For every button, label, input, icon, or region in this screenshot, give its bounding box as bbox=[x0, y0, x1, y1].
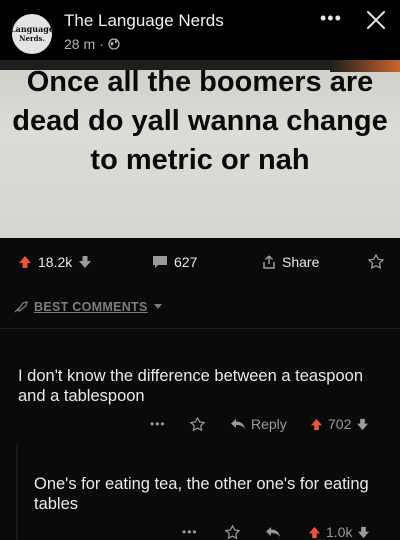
upvote-icon[interactable] bbox=[310, 418, 323, 431]
comment-2-vote-count: 1.0k bbox=[326, 524, 353, 540]
post-title: Once all the boomers are dead do yall wa… bbox=[12, 66, 388, 176]
comment-1-text: I don't know the difference between a te… bbox=[18, 367, 364, 405]
avatar-text-line1: Language bbox=[10, 24, 54, 34]
comment-2-reply-button[interactable] bbox=[265, 526, 281, 538]
avatar-text-line2: Nerds. bbox=[19, 34, 45, 43]
post-action-bar: 18.2k 627 Share bbox=[0, 250, 400, 280]
sort-chevron-icon bbox=[153, 304, 162, 309]
upvote-icon[interactable] bbox=[308, 526, 321, 539]
close-icon[interactable] bbox=[362, 6, 390, 34]
share-button[interactable]: Share bbox=[262, 254, 319, 270]
comment-icon bbox=[153, 256, 167, 268]
comment-2-text: One's for eating tea, the other one's fo… bbox=[34, 475, 369, 513]
more-icon[interactable]: ••• bbox=[320, 8, 342, 29]
award-button[interactable] bbox=[368, 254, 384, 270]
comment-1-actions: ••• Reply 702 bbox=[0, 414, 400, 434]
post-meta: 28 m · bbox=[64, 36, 120, 52]
comment-1-votes: 702 bbox=[310, 416, 369, 432]
downvote-icon[interactable] bbox=[357, 526, 370, 539]
award-icon bbox=[368, 254, 384, 270]
comment-1-award-button[interactable] bbox=[190, 416, 205, 432]
avatar[interactable]: Language Nerds. bbox=[10, 14, 54, 54]
comment-2-votes: 1.0k bbox=[308, 524, 370, 540]
comment-1-reply-label: Reply bbox=[251, 416, 287, 432]
comment-1-more[interactable]: ••• bbox=[150, 417, 166, 431]
downvote-icon[interactable] bbox=[356, 418, 369, 431]
meta-separator: · bbox=[99, 36, 104, 52]
timestamp[interactable]: 28 m bbox=[64, 36, 95, 52]
reply-icon bbox=[231, 419, 245, 429]
downvote-icon[interactable] bbox=[78, 255, 92, 269]
post-upvote-count: 18.2k bbox=[38, 254, 73, 270]
share-icon bbox=[263, 255, 275, 269]
comment-2-actions: ••• 1.0k bbox=[0, 522, 400, 540]
upvote-icon[interactable] bbox=[18, 255, 32, 269]
comment-2-award-button[interactable] bbox=[225, 524, 240, 540]
comment-1-reply-button[interactable]: Reply bbox=[230, 416, 287, 432]
post-comment-button[interactable]: 627 bbox=[152, 254, 197, 270]
page-name[interactable]: The Language Nerds bbox=[64, 11, 224, 31]
best-comments-label: BEST COMMENTS bbox=[34, 300, 148, 314]
comment-2-more[interactable]: ••• bbox=[182, 525, 198, 539]
share-label: Share bbox=[282, 254, 320, 270]
globe-icon bbox=[108, 38, 120, 50]
meme-image[interactable]: Once all the boomers are dead do yall wa… bbox=[0, 60, 400, 540]
best-comments-sort[interactable]: BEST COMMENTS bbox=[14, 300, 162, 314]
award-icon bbox=[190, 416, 205, 431]
post-comment-count: 627 bbox=[174, 254, 198, 270]
post-title-area: Once all the boomers are dead do yall wa… bbox=[0, 60, 400, 238]
rocket-icon bbox=[14, 301, 28, 313]
reply-icon bbox=[266, 527, 280, 537]
award-icon bbox=[225, 524, 240, 539]
post-header: Language Nerds. The Language Nerds 28 m … bbox=[0, 0, 400, 60]
comment-1-vote-count: 702 bbox=[328, 416, 352, 432]
post-vote-group: 18.2k bbox=[18, 254, 92, 270]
separator bbox=[0, 328, 400, 329]
